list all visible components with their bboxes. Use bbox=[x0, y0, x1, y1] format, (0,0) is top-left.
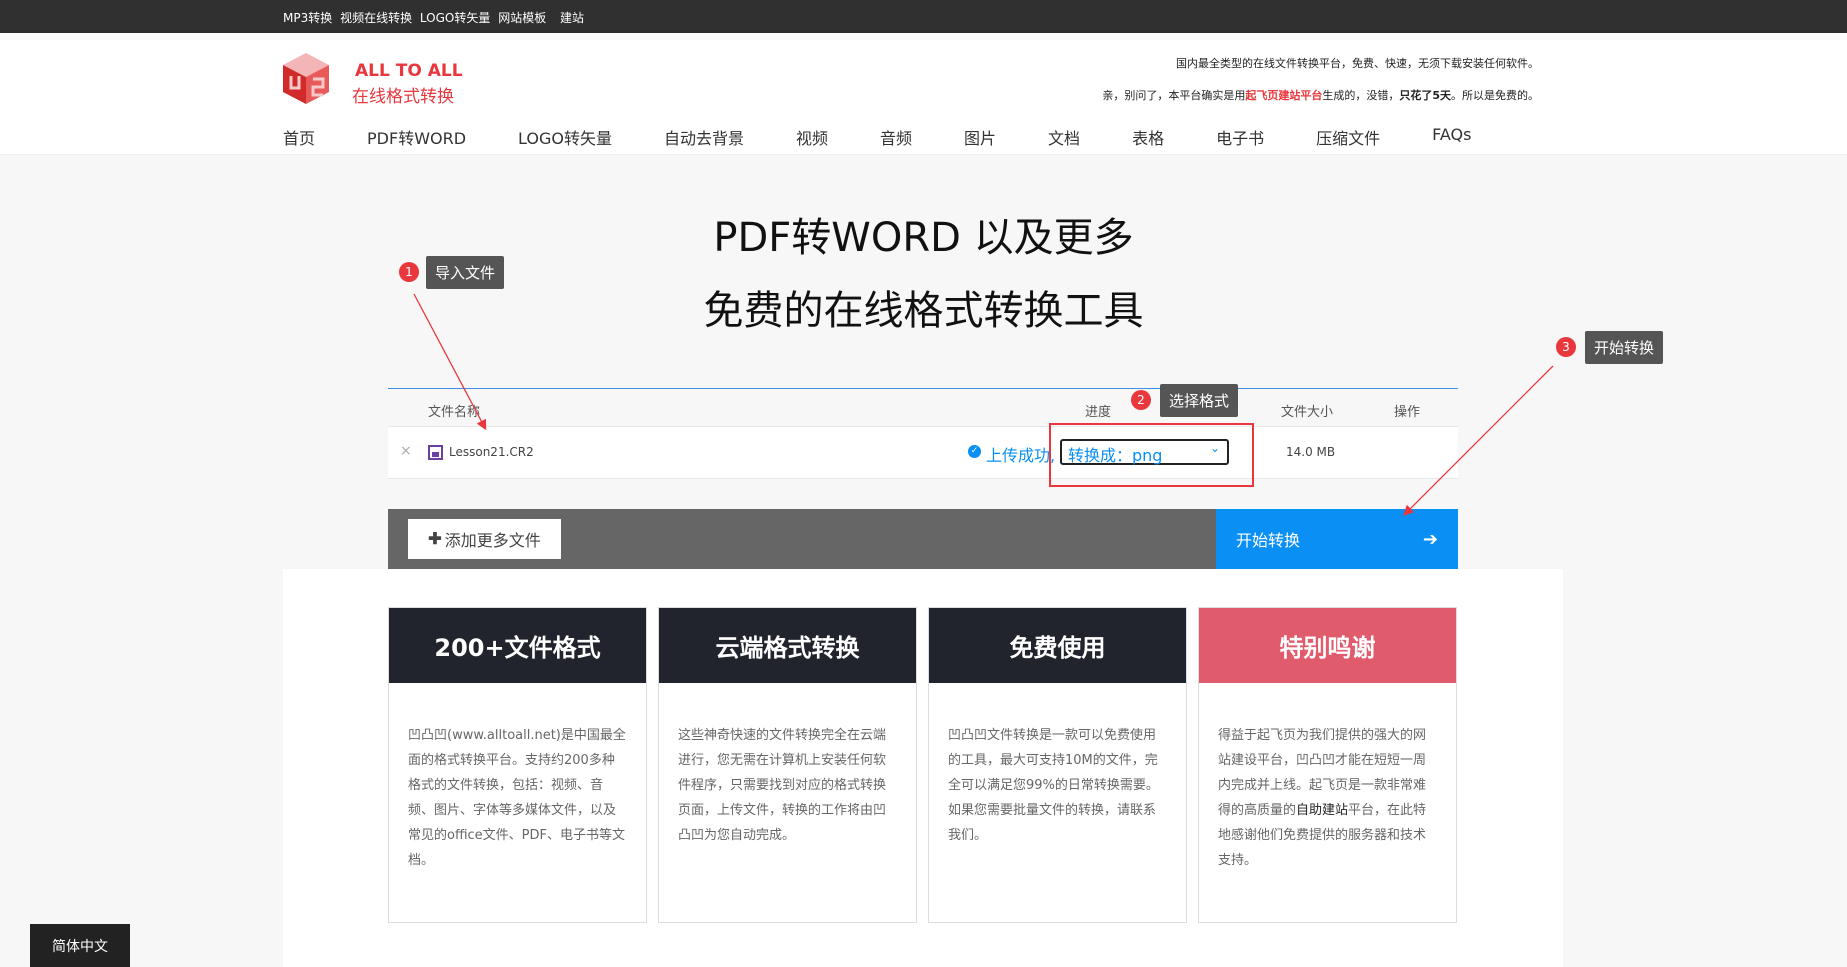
nav-video[interactable]: 视频 bbox=[796, 125, 828, 149]
topbar-link-templates[interactable]: 网站模板 bbox=[498, 11, 546, 25]
logo-icon[interactable] bbox=[281, 51, 331, 106]
nav-logo-vector[interactable]: LOGO转矢量 bbox=[518, 125, 612, 149]
topbar-link-video[interactable]: 视频在线转换 bbox=[340, 11, 412, 25]
col-progress: 进度 bbox=[1085, 405, 1112, 420]
col-size: 文件大小 bbox=[1281, 405, 1334, 420]
slogan-text: 。所以是免费的。 bbox=[1451, 89, 1539, 102]
nav-pdf-word[interactable]: PDF转WORD bbox=[367, 125, 466, 149]
card-body: 凹凸凹文件转换是一款可以免费使用的工具，最大可支持10M的文件，完全可以满足您9… bbox=[948, 728, 1159, 843]
col-action: 操作 bbox=[1394, 405, 1421, 420]
arrow-right-icon: ➔ bbox=[1422, 528, 1438, 550]
upload-status: 上传成功, bbox=[986, 446, 1056, 465]
step-tooltip-format: 选择格式 bbox=[1160, 384, 1239, 417]
action-bar: ✚ 添加更多文件 开始转换 ➔ bbox=[388, 509, 1458, 569]
plus-icon: ✚ bbox=[428, 531, 442, 548]
start-convert-button[interactable]: 开始转换 ➔ bbox=[1216, 509, 1458, 569]
top-bar: MP3转换 视频在线转换 LOGO转矢量 网站模板 建站 bbox=[0, 0, 1847, 33]
nav-audio[interactable]: 音频 bbox=[880, 125, 912, 149]
hero-title: PDF转WORD 以及更多 bbox=[713, 215, 1134, 261]
table-row: × Lesson21.CR2 ✓ 上传成功, 转换成：png ⌄ 14.0 MB bbox=[388, 427, 1458, 479]
feature-card-formats: 200+文件格式凹凸凹(www.alltoall.net)是中国最全面的格式转换… bbox=[388, 607, 647, 923]
feature-card-cloud: 云端格式转换这些神奇快速的文件转换完全在云端进行，您无需在计算机上安装任何软件程… bbox=[658, 607, 917, 923]
main-nav: 首页 PDF转WORD LOGO转矢量 自动去背景 视频 音频 图片 文档 表格… bbox=[283, 125, 1523, 149]
image-file-icon bbox=[428, 445, 443, 460]
card-title: 特别鸣谢 bbox=[1199, 608, 1456, 683]
add-label: 添加更多文件 bbox=[444, 533, 541, 550]
step-badge-1: 1 bbox=[399, 262, 419, 282]
hero-subtitle: 免费的在线格式转换工具 bbox=[703, 288, 1144, 334]
card-title: 云端格式转换 bbox=[659, 608, 916, 683]
nav-archive[interactable]: 压缩文件 bbox=[1316, 125, 1380, 149]
slogan-bold: 只花了5天 bbox=[1399, 89, 1451, 102]
slogan-text: 生成的，没错， bbox=[1322, 89, 1400, 102]
step-badge-3: 3 bbox=[1556, 337, 1576, 357]
topbar-link-logo[interactable]: LOGO转矢量 bbox=[420, 11, 490, 25]
topbar-link-build[interactable]: 建站 bbox=[560, 11, 584, 25]
nav-spreadsheet[interactable]: 表格 bbox=[1132, 125, 1164, 149]
card-body: 得益于起飞页为我们提供的强大的网站建设平台，凹凸凹才能在短短一周内完成并上线。起… bbox=[1199, 683, 1456, 913]
nav-image[interactable]: 图片 bbox=[964, 125, 996, 149]
builder-link[interactable]: 起飞页建站平台 bbox=[1245, 89, 1322, 102]
convert-format-select[interactable]: 转换成：png ⌄ bbox=[1060, 439, 1229, 465]
file-size: 14.0 MB bbox=[1286, 445, 1336, 459]
chevron-down-icon: ⌄ bbox=[1209, 441, 1220, 455]
header: ALL TO ALL 在线格式转换 国内最全类型的在线文件转换平台，免费、快速，… bbox=[0, 33, 1847, 155]
file-name: Lesson21.CR2 bbox=[449, 445, 534, 459]
slogan-text: 亲，别问了，本平台确实是用 bbox=[1102, 89, 1246, 102]
add-more-files-button[interactable]: ✚ 添加更多文件 bbox=[408, 519, 561, 559]
nav-document[interactable]: 文档 bbox=[1048, 125, 1080, 149]
table-header: 文件名称 进度 文件大小 操作 bbox=[388, 389, 1458, 427]
topbar-link-mp3[interactable]: MP3转换 bbox=[283, 11, 332, 25]
card-body: 这些神奇快速的文件转换完全在云端进行，您无需在计算机上安装任何软件程序，只需要找… bbox=[678, 728, 887, 843]
card-body: 凹凸凹(www.alltoall.net)是中国最全面的格式转换平台。支持约20… bbox=[408, 728, 626, 868]
feature-card-free: 免费使用凹凸凹文件转换是一款可以免费使用的工具，最大可支持10M的文件，完全可以… bbox=[928, 607, 1187, 923]
col-filename: 文件名称 bbox=[428, 405, 481, 420]
nav-home[interactable]: 首页 bbox=[283, 125, 315, 149]
nav-ebook[interactable]: 电子书 bbox=[1216, 125, 1264, 149]
step-tooltip-import: 导入文件 bbox=[426, 256, 505, 289]
step-badge-2: 2 bbox=[1131, 390, 1151, 410]
language-switcher[interactable]: 简体中文 bbox=[30, 924, 130, 967]
logo-title[interactable]: ALL TO ALL bbox=[355, 61, 463, 81]
slogan: 国内最全类型的在线文件转换平台，免费、快速，无须下载安装任何软件。 bbox=[1176, 57, 1539, 70]
feature-card-thanks: 特别鸣谢 得益于起飞页为我们提供的强大的网站建设平台，凹凸凹才能在短短一周内完成并… bbox=[1198, 607, 1457, 923]
card-title: 免费使用 bbox=[929, 608, 1186, 683]
check-circle-icon: ✓ bbox=[968, 445, 981, 458]
step-tooltip-start: 开始转换 bbox=[1585, 331, 1664, 364]
start-label: 开始转换 bbox=[1236, 531, 1301, 550]
nav-faqs[interactable]: FAQs bbox=[1432, 125, 1471, 149]
remove-file-icon[interactable]: × bbox=[400, 443, 412, 459]
card-title: 200+文件格式 bbox=[389, 608, 646, 683]
logo-subtitle[interactable]: 在线格式转换 bbox=[352, 82, 454, 107]
selected-format: 转换成：png bbox=[1068, 446, 1163, 465]
site-builder-link[interactable]: 自助建站 bbox=[1296, 803, 1348, 818]
nav-remove-bg[interactable]: 自动去背景 bbox=[664, 125, 744, 149]
file-table: 文件名称 进度 文件大小 操作 × Lesson21.CR2 ✓ 上传成功, 转… bbox=[388, 388, 1458, 479]
slogan-credit: 亲，别问了，本平台确实是用起飞页建站平台生成的，没错，只花了5天。所以是免费的。 bbox=[1102, 87, 1539, 103]
